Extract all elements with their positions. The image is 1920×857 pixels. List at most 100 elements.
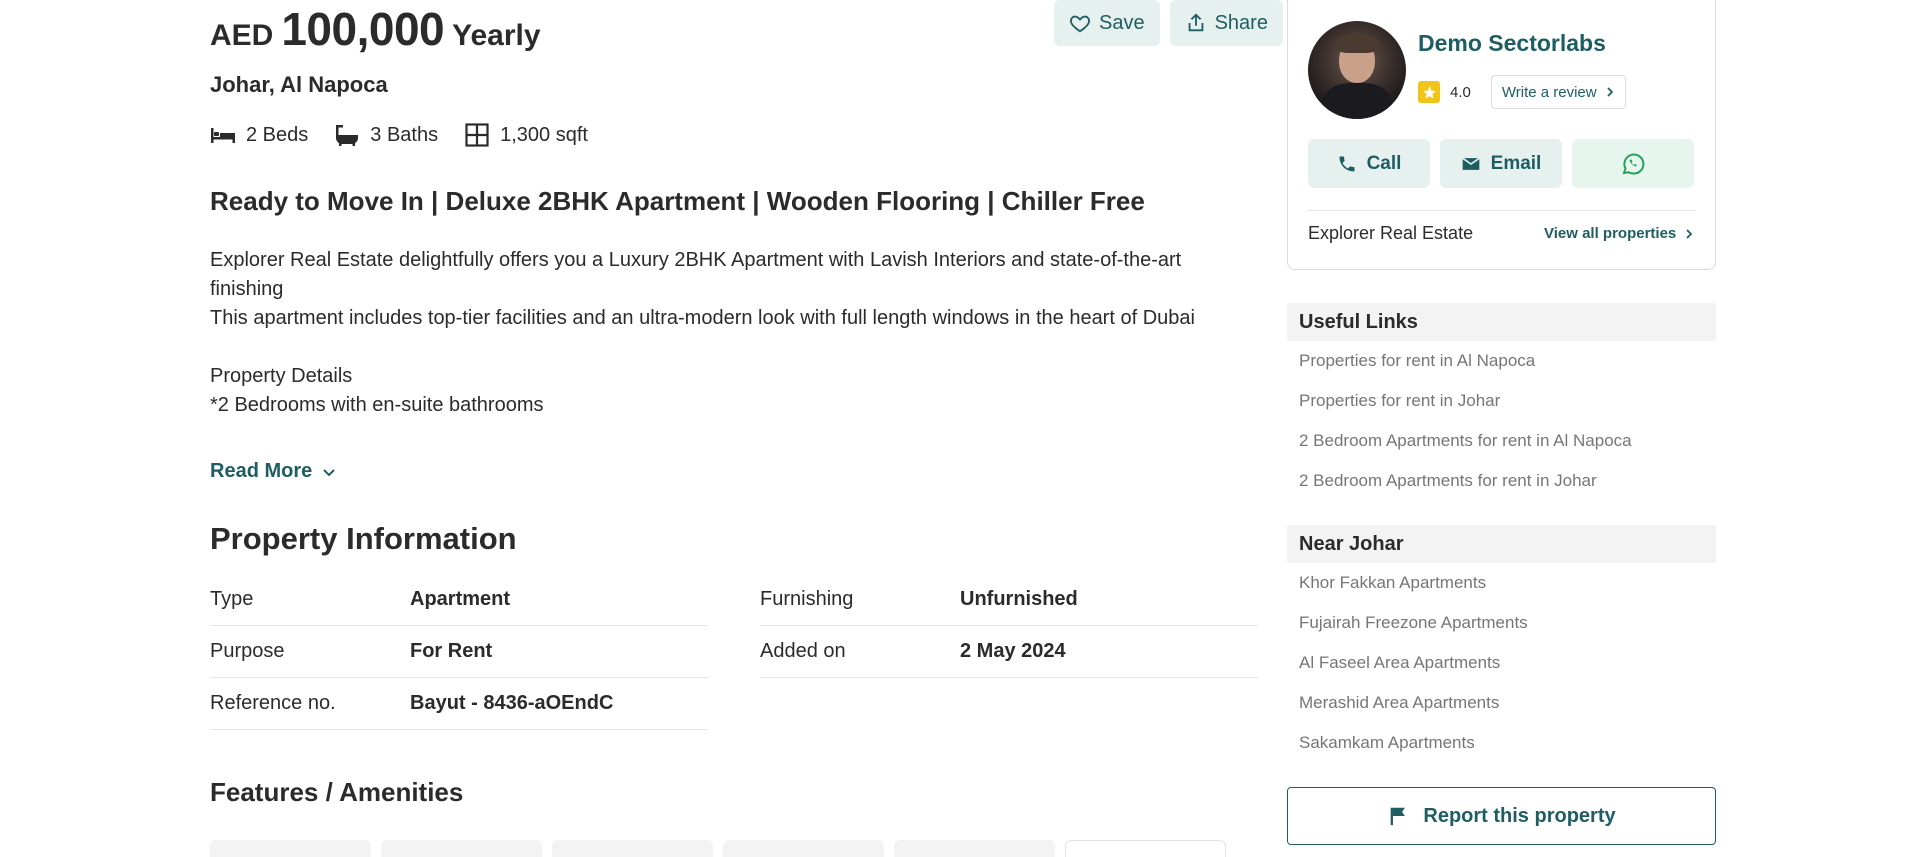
property-information-table: Type Apartment Purpose For Rent Referenc… xyxy=(210,574,1258,730)
whatsapp-button[interactable] xyxy=(1572,139,1694,188)
share-button[interactable]: Share xyxy=(1169,0,1283,46)
info-value: Apartment xyxy=(410,588,511,610)
view-all-label: View all properties xyxy=(1544,225,1677,242)
area-size: 1,300 sqft xyxy=(500,123,588,146)
info-label: Purpose xyxy=(210,640,285,662)
share-label: Share xyxy=(1214,11,1268,34)
near-links: Near Johar Khor Fakkan Apartments Fujair… xyxy=(1287,525,1716,763)
listing-specs: 2 Beds 3 Baths 1,300 sqft xyxy=(210,122,588,148)
baths-spec: 3 Baths xyxy=(334,122,438,148)
report-label: Report this property xyxy=(1423,804,1616,827)
info-column-right: Furnishing Unfurnished Added on 2 May 20… xyxy=(760,574,1258,730)
info-value: Unfurnished xyxy=(960,588,1078,610)
useful-link-item[interactable]: Properties for rent in Al Napoca xyxy=(1287,341,1716,381)
info-label: Type xyxy=(210,588,254,610)
info-row-reference: Reference no. Bayut - 8436-aOEndC xyxy=(210,678,708,730)
info-row-type: Type Apartment xyxy=(210,574,708,626)
avatar-body-shape xyxy=(1322,83,1392,119)
beds-count: 2 Beds xyxy=(246,123,309,146)
mail-icon xyxy=(1461,156,1480,170)
near-link-item[interactable]: Fujairah Freezone Apartments xyxy=(1287,603,1716,643)
listing-location: Johar, Al Napoca xyxy=(210,72,388,97)
agent-card: Demo Sectorlabs 4.0 Write a review Call … xyxy=(1287,0,1716,270)
amenity-item[interactable] xyxy=(552,840,713,857)
floor-plan-icon xyxy=(465,123,489,147)
listing-description: Explorer Real Estate delightfully offers… xyxy=(210,246,1230,420)
chevron-right-icon xyxy=(1606,87,1613,97)
description-line: Explorer Real Estate delightfully offers… xyxy=(210,249,1182,300)
useful-link-item[interactable]: Properties for rent in Johar xyxy=(1287,381,1716,421)
write-review-label: Write a review xyxy=(1501,83,1597,101)
save-button[interactable]: Save xyxy=(1054,0,1160,46)
rating-value: 4.0 xyxy=(1450,83,1471,101)
avatar[interactable] xyxy=(1308,21,1406,119)
flag-icon xyxy=(1391,807,1406,826)
info-value: Bayut - 8436-aOEndC xyxy=(410,692,614,714)
amenities-list xyxy=(210,840,1226,857)
call-label: Call xyxy=(1366,152,1402,174)
listing-headline: Ready to Move In | Deluxe 2BHK Apartment… xyxy=(210,186,1145,216)
description-line: *2 Bedrooms with en-suite bathrooms xyxy=(210,394,544,416)
call-button[interactable]: Call xyxy=(1308,139,1430,188)
card-divider xyxy=(1308,210,1696,211)
baths-count: 3 Baths xyxy=(370,123,439,146)
info-value: For Rent xyxy=(410,640,493,662)
info-label: Reference no. xyxy=(210,692,336,714)
info-label: Furnishing xyxy=(760,588,854,610)
report-property-button[interactable]: Report this property xyxy=(1287,787,1716,845)
bed-icon xyxy=(211,128,235,143)
whatsapp-icon xyxy=(1622,153,1645,175)
share-icon xyxy=(1188,13,1203,32)
agent-rating: 4.0 Write a review xyxy=(1418,75,1626,109)
write-review-button[interactable]: Write a review xyxy=(1490,75,1626,109)
amenity-item[interactable] xyxy=(381,840,542,857)
near-links-title: Near Johar xyxy=(1287,525,1716,563)
description-line: Property Details xyxy=(210,365,353,387)
star-icon xyxy=(1418,81,1440,103)
info-row-added-on: Added on 2 May 2024 xyxy=(760,626,1258,678)
price: AED 100,000 Yearly xyxy=(210,2,541,56)
near-link-item[interactable]: Khor Fakkan Apartments xyxy=(1287,563,1716,603)
save-label: Save xyxy=(1099,11,1145,34)
near-link-item[interactable]: Merashid Area Apartments xyxy=(1287,683,1716,723)
price-currency: AED xyxy=(210,19,274,52)
agent-name[interactable]: Demo Sectorlabs xyxy=(1418,30,1606,57)
avatar-hair-shape xyxy=(1335,33,1379,53)
useful-link-item[interactable]: 2 Bedroom Apartments for rent in Johar xyxy=(1287,461,1716,501)
amenity-item[interactable] xyxy=(1065,840,1226,857)
info-row-purpose: Purpose For Rent xyxy=(210,626,708,678)
useful-link-item[interactable]: 2 Bedroom Apartments for rent in Al Napo… xyxy=(1287,421,1716,461)
amenity-item[interactable] xyxy=(723,840,884,857)
chevron-down-icon xyxy=(323,468,335,476)
description-line: This apartment includes top-tier facilit… xyxy=(210,307,1195,329)
heart-icon xyxy=(1070,15,1090,33)
amenity-item[interactable] xyxy=(894,840,1055,857)
email-label: Email xyxy=(1490,152,1542,174)
amenity-item[interactable] xyxy=(210,840,371,857)
read-more-button[interactable]: Read More xyxy=(210,460,336,483)
beds-spec: 2 Beds xyxy=(210,122,308,148)
near-link-item[interactable]: Al Faseel Area Apartments xyxy=(1287,643,1716,683)
near-link-item[interactable]: Sakamkam Apartments xyxy=(1287,723,1716,763)
contact-buttons: Call Email xyxy=(1308,139,1694,188)
info-label: Added on xyxy=(760,640,846,662)
phone-icon xyxy=(1339,156,1355,171)
useful-links: Useful Links Properties for rent in Al N… xyxy=(1287,303,1716,501)
bathtub-icon xyxy=(336,125,359,146)
read-more-label: Read More xyxy=(210,460,313,482)
chevron-right-icon xyxy=(1686,228,1693,239)
price-period: Yearly xyxy=(452,19,541,52)
view-all-properties-link[interactable]: View all properties xyxy=(1544,225,1694,242)
area-spec: 1,300 sqft xyxy=(464,122,588,148)
email-button[interactable]: Email xyxy=(1440,139,1562,188)
info-value: 2 May 2024 xyxy=(960,640,1066,662)
agency-name: Explorer Real Estate xyxy=(1308,223,1474,243)
useful-links-title: Useful Links xyxy=(1287,303,1716,341)
info-row-furnishing: Furnishing Unfurnished xyxy=(760,574,1258,626)
listing-actions: Save Share xyxy=(1054,0,1283,46)
info-column-left: Type Apartment Purpose For Rent Referenc… xyxy=(210,574,708,730)
price-amount: 100,000 xyxy=(281,3,445,55)
features-title: Features / Amenities xyxy=(210,777,464,807)
property-information-title: Property Information xyxy=(210,521,517,556)
